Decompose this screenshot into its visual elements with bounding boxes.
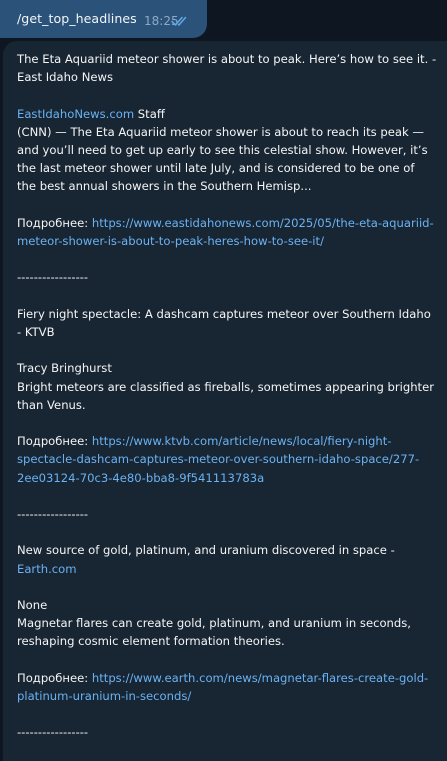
more-label: Подробнее:: [17, 434, 92, 449]
source-link[interactable]: Earth.com: [17, 562, 77, 576]
article-title: New source of gold, platinum, and uraniu…: [17, 541, 437, 577]
article-author: None: [17, 597, 48, 612]
article-title: Fiery night spectacle: A dashcam capture…: [17, 306, 431, 339]
article-author: Tracy Bringhurst: [17, 361, 112, 376]
article-more: Подробнее: https://www.ktvb.com/article/…: [17, 432, 437, 487]
received-message-bubble: The Eta Aquariid meteor shower is about …: [3, 41, 447, 761]
article-more: Подробнее: https://www.eastidahonews.com…: [17, 214, 437, 250]
separator: -----------------: [17, 270, 89, 285]
article-title-text: New source of gold, platinum, and uraniu…: [17, 543, 395, 558]
separator: -----------------: [17, 506, 89, 521]
sent-message-bubble[interactable]: /get_top_headlines 18:25: [0, 0, 207, 38]
article-summary: Bright meteors are classified as firebal…: [17, 379, 435, 412]
more-label: Подробнее:: [17, 215, 92, 230]
command-link[interactable]: /get_top_headlines: [17, 11, 137, 26]
double-check-icon: [171, 16, 187, 26]
separator: -----------------: [17, 725, 89, 740]
author-link[interactable]: EastIdahoNews.com: [17, 107, 134, 121]
article-author: EastIdahoNews.com Staff: [17, 105, 437, 123]
article-summary: Magnetar flares can create gold, platinu…: [17, 616, 411, 649]
article-more: Подробнее: https://www.earth.com/news/ma…: [17, 669, 437, 705]
more-label: Подробнее:: [17, 670, 92, 685]
article-summary: (CNN) — The Eta Aquariid meteor shower i…: [17, 124, 428, 194]
author-suffix: Staff: [134, 106, 165, 121]
article-title: The Eta Aquariid meteor shower is about …: [17, 52, 437, 85]
message-body: The Eta Aquariid meteor shower is about …: [17, 50, 437, 742]
